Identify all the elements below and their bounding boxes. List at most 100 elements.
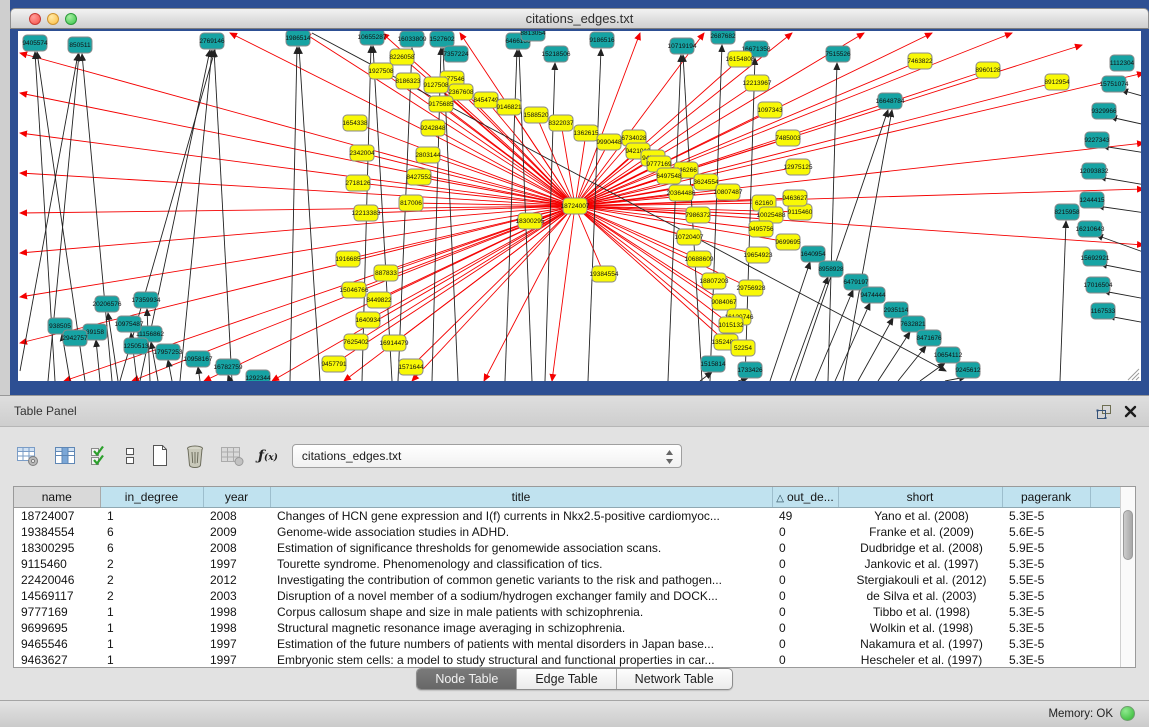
graph-node[interactable]: 9175685 <box>428 96 454 112</box>
cell-short[interactable]: Hescheler et al. (1997) <box>838 652 1002 668</box>
graph-node[interactable]: 15751074 <box>1100 76 1129 92</box>
tab-edge-table[interactable]: Edge Table <box>517 669 616 689</box>
cell-title[interactable]: Investigating the contribution of common… <box>270 572 772 588</box>
cell-year[interactable]: 2009 <box>203 524 270 540</box>
graph-node[interactable]: 1916685 <box>335 251 361 267</box>
cell-short[interactable]: Dudbridge et al. (2008) <box>838 540 1002 556</box>
graph-node[interactable]: 2942757 <box>62 330 88 346</box>
cell-title[interactable]: Changes of HCN gene expression and I(f) … <box>270 507 772 524</box>
tab-node-table[interactable]: Node Table <box>417 669 517 689</box>
graph-node[interactable]: 10655287 <box>358 31 387 45</box>
cell-year[interactable]: 1997 <box>203 556 270 572</box>
delete-column-icon[interactable] <box>184 444 206 468</box>
network-canvas[interactable]: 9405574850511276914619865141065528715276… <box>18 31 1141 381</box>
cell-year[interactable]: 1998 <box>203 604 270 620</box>
cell-name[interactable]: 9699695 <box>14 620 100 636</box>
graph-node[interactable]: 52254 <box>731 340 755 356</box>
graph-node[interactable]: 1588520 <box>523 107 549 123</box>
table-header-row[interactable]: namein_degreeyeartitle△out_de...shortpag… <box>14 487 1122 507</box>
graph-node[interactable]: 10688609 <box>685 251 714 267</box>
graph-node[interactable]: 10975487 <box>115 316 144 332</box>
cell-in_degree[interactable]: 1 <box>100 652 203 668</box>
graph-node[interactable]: 7986372 <box>685 207 711 223</box>
graph-node[interactable]: 9329966 <box>1091 103 1117 119</box>
graph-node[interactable]: 8449822 <box>366 292 392 308</box>
cell-short[interactable]: Tibbo et al. (1998) <box>838 604 1002 620</box>
graph-node[interactable]: 20206576 <box>93 296 122 312</box>
graph-node[interactable]: 1362615 <box>573 125 599 141</box>
graph-node[interactable]: 18807203 <box>700 273 729 289</box>
graph-node[interactable]: 2342004 <box>349 145 375 161</box>
graph-node[interactable]: 15218506 <box>542 46 571 62</box>
cell-pagerank[interactable]: 5.9E-5 <box>1002 540 1090 556</box>
graph-node[interactable]: 1167533 <box>1091 303 1116 319</box>
graph-node[interactable]: 7485003 <box>775 130 801 146</box>
cell-year[interactable]: 2012 <box>203 572 270 588</box>
cell-short[interactable]: Yano et al. (2008) <box>838 507 1002 524</box>
cell-out_degree[interactable]: 0 <box>772 540 838 556</box>
graph-node[interactable]: 9242848 <box>420 120 446 136</box>
graph-node[interactable]: 12975125 <box>784 159 813 175</box>
graph-node[interactable]: 2718126 <box>345 175 371 191</box>
graph-node[interactable]: 9457791 <box>321 356 347 372</box>
cell-short[interactable]: Nakamura et al. (1997) <box>838 636 1002 652</box>
table-row[interactable]: 946554611997Estimation of the future num… <box>14 636 1122 652</box>
table-row[interactable]: 1938455462009Genome-wide association stu… <box>14 524 1122 540</box>
graph-node[interactable]: 9245612 <box>955 362 981 378</box>
graph-node[interactable]: 1571644 <box>398 359 424 375</box>
graph-node[interactable]: 17359934 <box>132 292 161 308</box>
network-window-titlebar[interactable]: citations_edges.txt <box>10 8 1149 29</box>
cell-in_degree[interactable]: 1 <box>100 604 203 620</box>
graph-node[interactable]: 9474444 <box>860 287 886 303</box>
cell-name[interactable]: 14569117 <box>14 588 100 604</box>
select-all-icon[interactable] <box>90 445 110 467</box>
cell-name[interactable]: 9777169 <box>14 604 100 620</box>
new-column-icon[interactable] <box>150 444 170 468</box>
graph-node[interactable]: 8454749 <box>473 92 499 108</box>
graph-node[interactable]: 8813054 <box>520 31 546 41</box>
cell-out_degree[interactable]: 0 <box>772 572 838 588</box>
graph-node[interactable]: 1986514 <box>285 31 311 46</box>
cell-in_degree[interactable]: 1 <box>100 507 203 524</box>
node-table-grid[interactable]: namein_degreeyeartitle△out_de...shortpag… <box>14 487 1122 668</box>
graph-node[interactable]: 16033809 <box>398 31 427 47</box>
cell-out_degree[interactable]: 0 <box>772 604 838 620</box>
graph-node[interactable]: 10720407 <box>675 229 704 245</box>
cell-in_degree[interactable]: 2 <box>100 556 203 572</box>
graph-hub-node[interactable]: 18724007 <box>561 198 590 214</box>
graph-node[interactable]: 17957253 <box>154 344 183 360</box>
graph-node[interactable]: 10807487 <box>714 184 743 200</box>
graph-node[interactable]: 7463822 <box>907 53 933 69</box>
graph-node[interactable]: 850511 <box>68 37 92 53</box>
cell-title[interactable]: Tourette syndrome. Phenomenology and cla… <box>270 556 772 572</box>
graph-node[interactable]: 9699695 <box>775 234 801 250</box>
graph-node[interactable]: 1292344 <box>245 370 271 381</box>
graph-node[interactable]: 9495756 <box>748 221 774 237</box>
cell-pagerank[interactable]: 5.3E-5 <box>1002 636 1090 652</box>
graph-node[interactable]: 16210643 <box>1076 221 1105 237</box>
cell-pagerank[interactable]: 5.3E-5 <box>1002 620 1090 636</box>
graph-node[interactable]: 1015132 <box>718 317 744 333</box>
graph-node[interactable]: 9127508 <box>423 77 449 93</box>
cell-in_degree[interactable]: 1 <box>100 636 203 652</box>
cell-name[interactable]: 18300295 <box>14 540 100 556</box>
graph-node[interactable]: 8215958 <box>1054 204 1080 220</box>
graph-node[interactable]: 7357224 <box>443 46 469 62</box>
graph-node[interactable]: 887833 <box>374 265 398 281</box>
cell-pagerank[interactable]: 5.5E-5 <box>1002 572 1090 588</box>
zoom-window-button[interactable] <box>65 13 77 25</box>
graph-node[interactable]: 10958167 <box>184 351 213 367</box>
graph-node[interactable]: 1112304 <box>1110 55 1135 71</box>
graph-node[interactable]: 8226058 <box>389 49 415 65</box>
cell-name[interactable]: 9463627 <box>14 652 100 668</box>
cell-short[interactable]: Franke et al. (2009) <box>838 524 1002 540</box>
table-scrollbar-thumb[interactable] <box>1123 510 1133 560</box>
table-settings-icon[interactable] <box>16 445 40 467</box>
graph-node[interactable]: 2803144 <box>415 147 441 163</box>
cell-title[interactable]: Estimation of the future numbers of pati… <box>270 636 772 652</box>
cell-out_degree[interactable]: 0 <box>772 636 838 652</box>
cell-year[interactable]: 2003 <box>203 588 270 604</box>
cell-pagerank[interactable]: 5.3E-5 <box>1002 507 1090 524</box>
resize-grip-icon[interactable] <box>1128 369 1139 380</box>
cell-name[interactable]: 19384554 <box>14 524 100 540</box>
